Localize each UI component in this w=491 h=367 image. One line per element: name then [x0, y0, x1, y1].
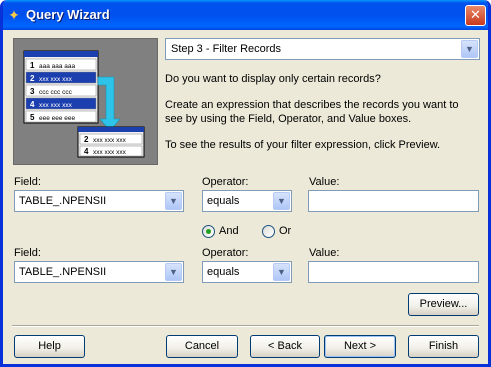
title-bar[interactable]: ✦ Query Wizard ✕	[3, 0, 488, 30]
step-select-value: Step 3 - Filter Records	[171, 43, 282, 55]
illustration-row-number: 5	[30, 113, 35, 122]
help-button[interactable]: Help	[14, 335, 85, 358]
query-wizard-window: ✦ Query Wizard ✕ 1 aaa aaa aaa 2 xxx xxx xx…	[0, 0, 491, 367]
illustration-row-text: xxx xxx xxx	[39, 102, 73, 109]
illustration-row-text: xxx xxx xxx	[39, 76, 73, 83]
window-title: Query Wizard	[26, 7, 110, 22]
chevron-down-icon[interactable]: ▼	[461, 40, 478, 58]
field-select-1-value: TABLE_.NPENSII	[19, 195, 107, 207]
value-label-2: Value:	[309, 247, 340, 259]
illustration-row-text: xxx xxx xxx	[93, 149, 127, 156]
illustration-row-text: eee eee eee	[39, 115, 76, 122]
or-radio[interactable]	[262, 225, 275, 238]
preview-button[interactable]: Preview...	[408, 293, 479, 316]
field-label-2: Field:	[14, 247, 41, 259]
field-select-2[interactable]: TABLE_.NPENSII ▼	[14, 261, 184, 283]
illustration-row-text: xxx xxx xxx	[93, 137, 127, 144]
field-select-1[interactable]: TABLE_.NPENSII ▼	[14, 190, 184, 212]
illustration-row-text: ccc ccc ccc	[39, 89, 73, 96]
chevron-down-icon[interactable]: ▼	[273, 192, 290, 210]
value-input-2[interactable]	[308, 261, 479, 283]
illustration-row-number: 4	[30, 100, 35, 109]
illustration-row-number: 2	[30, 74, 35, 83]
and-radio[interactable]	[202, 225, 215, 238]
chevron-down-icon[interactable]: ▼	[273, 263, 290, 281]
step-select[interactable]: Step 3 - Filter Records ▼	[165, 38, 480, 60]
description-line-2: see by using the Field, Operator, and Va…	[165, 113, 412, 125]
filter-illustration: 1 aaa aaa aaa 2 xxx xxx xxx 3 ccc ccc ccc 4 xxx…	[13, 38, 158, 165]
description-line-1: Create an expression that describes the …	[165, 99, 459, 111]
illustration-row-number: 4	[84, 147, 89, 156]
back-button[interactable]: < Back	[250, 335, 320, 358]
field-label-1: Field:	[14, 176, 41, 188]
cancel-button[interactable]: Cancel	[166, 335, 238, 358]
question-text: Do you want to display only certain reco…	[165, 73, 381, 85]
operator-label-2: Operator:	[202, 247, 249, 259]
footer-separator	[12, 325, 479, 327]
illustration-row-number: 3	[30, 87, 35, 96]
next-button[interactable]: Next >	[324, 335, 396, 358]
illustration-row-text: aaa aaa aaa	[39, 63, 76, 70]
operator-select-2[interactable]: equals ▼	[202, 261, 292, 283]
operator-select-2-value: equals	[207, 266, 240, 278]
operator-select-1-value: equals	[207, 195, 240, 207]
finish-button[interactable]: Finish	[408, 335, 479, 358]
illustration-row-number: 1	[30, 61, 35, 70]
field-select-2-value: TABLE_.NPENSII	[19, 266, 107, 278]
close-icon: ✕	[470, 7, 481, 22]
and-label[interactable]: And	[219, 225, 239, 237]
value-label-1: Value:	[309, 176, 340, 188]
query-wizard-app-icon: ✦	[8, 7, 20, 23]
filter-illustration-graphic: 1 aaa aaa aaa 2 xxx xxx xxx 3 ccc ccc ccc 4 xxx…	[23, 50, 145, 158]
close-button[interactable]: ✕	[465, 5, 486, 26]
or-label[interactable]: Or	[279, 225, 291, 237]
preview-hint-text: To see the results of your filter expres…	[165, 139, 441, 151]
chevron-down-icon[interactable]: ▼	[165, 263, 182, 281]
illustration-row-number: 2	[84, 135, 89, 144]
chevron-down-icon[interactable]: ▼	[165, 192, 182, 210]
value-input-1[interactable]	[308, 190, 479, 212]
operator-select-1[interactable]: equals ▼	[202, 190, 292, 212]
operator-label-1: Operator:	[202, 176, 249, 188]
